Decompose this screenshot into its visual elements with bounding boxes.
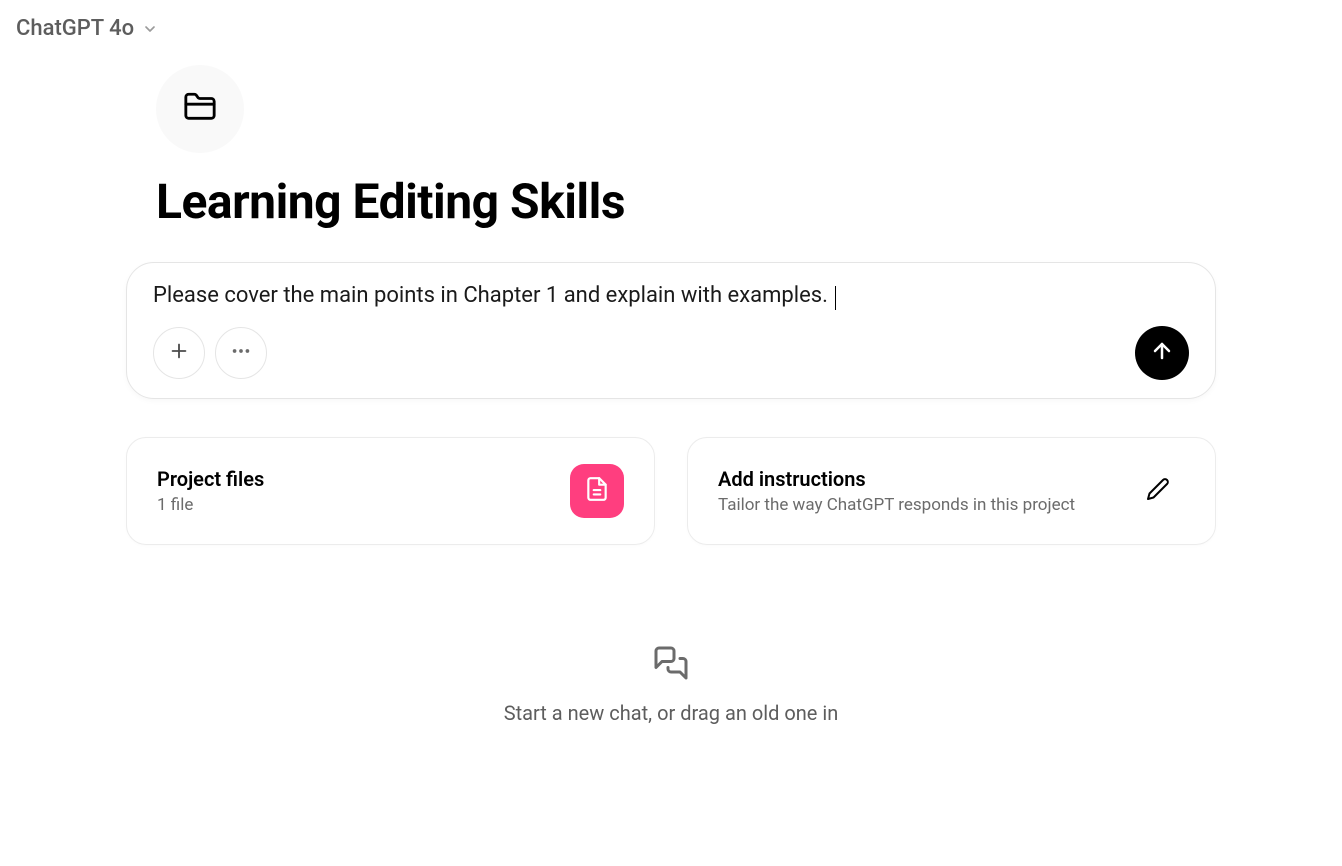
- message-input-text[interactable]: Please cover the main points in Chapter …: [153, 283, 833, 308]
- project-files-title: Project files: [157, 467, 264, 491]
- text-cursor: [835, 286, 836, 310]
- dots-horizontal-icon: [230, 340, 252, 365]
- model-selector[interactable]: ChatGPT 4o: [0, 0, 174, 57]
- pencil-icon: [1146, 477, 1170, 505]
- message-composer: Please cover the main points in Chapter …: [126, 262, 1216, 399]
- add-instructions-card[interactable]: Add instructions Tailor the way ChatGPT …: [687, 437, 1216, 545]
- document-icon: [584, 476, 610, 506]
- chat-bubbles-icon: [126, 645, 1216, 681]
- project-files-subtitle: 1 file: [157, 495, 264, 515]
- folder-icon: [183, 90, 217, 128]
- empty-state-text: Start a new chat, or drag an old one in: [126, 701, 1216, 725]
- send-button[interactable]: [1135, 326, 1189, 380]
- instructions-title: Add instructions: [718, 467, 1075, 491]
- project-files-icon-box: [570, 464, 624, 518]
- attach-button[interactable]: [153, 327, 205, 379]
- plus-icon: [168, 340, 190, 365]
- chevron-down-icon: [142, 21, 158, 37]
- project-folder-avatar: [156, 65, 244, 153]
- model-label: ChatGPT 4o: [16, 16, 134, 41]
- instructions-subtitle: Tailor the way ChatGPT responds in this …: [718, 495, 1075, 515]
- more-options-button[interactable]: [215, 327, 267, 379]
- project-title: Learning Editing Skills: [156, 173, 1216, 230]
- project-files-card[interactable]: Project files 1 file: [126, 437, 655, 545]
- arrow-up-icon: [1150, 339, 1174, 366]
- instructions-icon-box: [1131, 464, 1185, 518]
